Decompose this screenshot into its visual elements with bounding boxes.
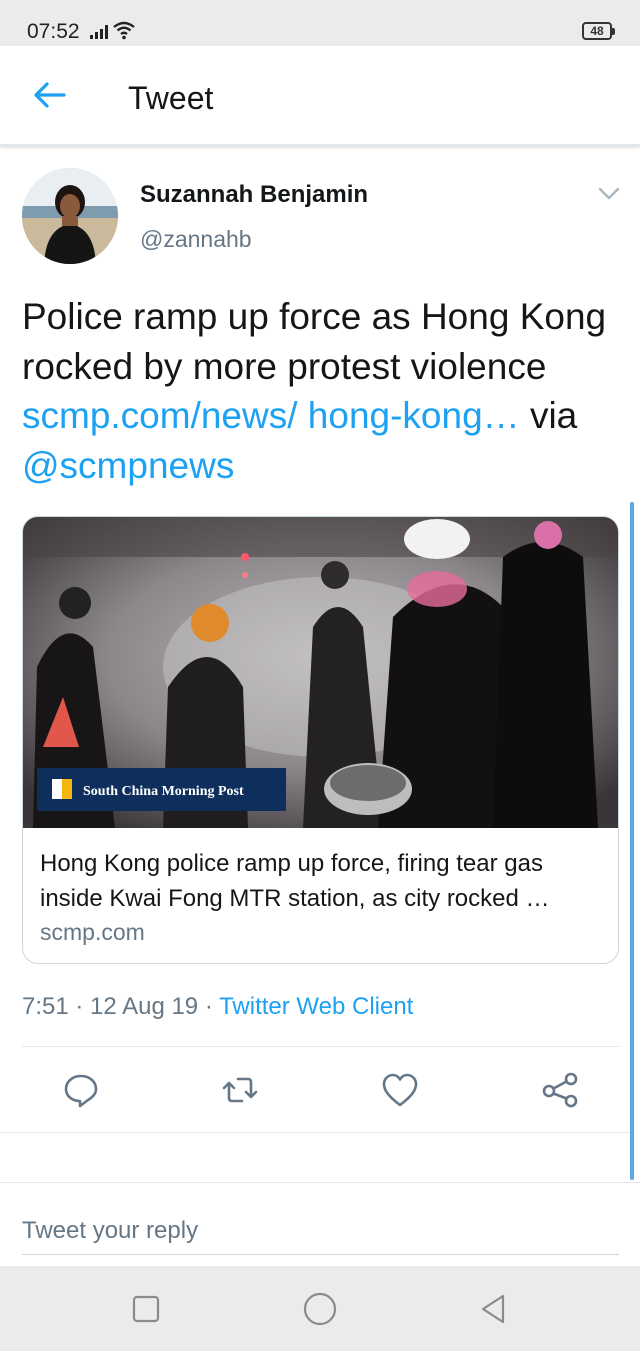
page-title: Tweet	[128, 80, 214, 116]
comment-icon[interactable]	[61, 1070, 101, 1110]
meta-separator: ·	[198, 993, 220, 1020]
tweet-text-body: Police ramp up force as Hong Kong rocked…	[22, 296, 607, 387]
tweet-text-via: via	[519, 395, 578, 436]
status-time: 07:52	[27, 20, 80, 43]
author-handle[interactable]: @zannahb	[140, 226, 252, 253]
tweet-meta: 7:51 · 12 Aug 19 · Twitter Web Client	[22, 993, 413, 1021]
retweet-icon[interactable]	[220, 1070, 260, 1110]
square-icon[interactable]	[129, 1292, 163, 1326]
divider	[0, 1132, 630, 1133]
card-image[interactable]: South China Morning Post	[23, 517, 619, 828]
reply-input[interactable]	[22, 1208, 619, 1255]
card-title[interactable]: Hong Kong police ramp up force, firing t…	[40, 846, 605, 916]
divider	[0, 1182, 640, 1183]
author-name[interactable]: Suzannah Benjamin	[140, 181, 368, 209]
triangle-back-icon[interactable]	[477, 1292, 511, 1326]
battery-indicator: 48	[582, 22, 615, 40]
arrow-left-icon[interactable]	[32, 80, 68, 110]
card-domain: scmp.com	[40, 919, 145, 945]
signal-icon	[90, 25, 108, 39]
circle-icon[interactable]	[303, 1292, 337, 1326]
card-logo-text: South China Morning Post	[83, 784, 244, 799]
tweet-client[interactable]: Twitter Web Client	[219, 993, 413, 1020]
scrollbar[interactable]	[630, 502, 634, 1180]
tweet-link[interactable]: scmp.com/news/ hong-kong…	[22, 395, 520, 436]
heart-icon[interactable]	[380, 1070, 420, 1110]
link-card[interactable]: South China Morning Post Hong Kong polic…	[22, 516, 619, 964]
avatar[interactable]	[22, 168, 118, 264]
system-nav-bar	[0, 1266, 640, 1351]
share-icon[interactable]	[540, 1070, 580, 1110]
chevron-down-icon[interactable]	[598, 187, 620, 201]
status-bar: 07:52 48	[0, 0, 640, 46]
divider	[22, 1046, 619, 1047]
wifi-icon	[113, 21, 135, 40]
meta-separator: ·	[68, 993, 91, 1020]
tweet-mention[interactable]: @scmpnews	[22, 445, 234, 486]
tweet-date: 12 Aug 19	[90, 993, 199, 1020]
app-header: Tweet	[0, 46, 640, 146]
tweet-text: Police ramp up force as Hong Kong rocked…	[22, 292, 622, 490]
tweet-time: 7:51	[22, 993, 69, 1020]
